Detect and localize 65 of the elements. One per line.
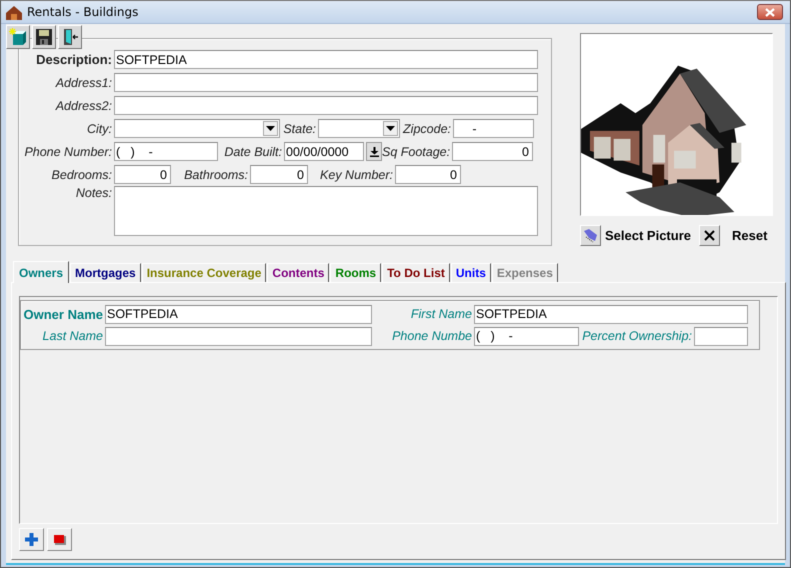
tab[interactable]: To Do List — [382, 263, 450, 282]
field-label: Date Built: — [223, 144, 283, 158]
plus-icon — [24, 532, 39, 547]
field-label: City: — [86, 122, 113, 136]
field-label: Phone Numbe — [391, 329, 473, 343]
input-field[interactable] — [114, 73, 538, 92]
input-field[interactable]: 0 — [452, 142, 533, 161]
date-field[interactable]: 00/00/0000 — [284, 142, 364, 161]
tab[interactable]: Contents — [267, 263, 330, 282]
input-field[interactable]: SOFTPEDIA — [105, 304, 372, 324]
window-title: Rentals - Buildings — [27, 5, 138, 19]
input-field[interactable]: SOFTPEDIA — [114, 50, 538, 69]
dropdown-field[interactable] — [114, 119, 280, 138]
tab[interactable]: Insurance Coverage — [142, 263, 266, 282]
new-record-icon — [9, 28, 27, 46]
input-field[interactable] — [694, 326, 748, 346]
input-field[interactable] — [114, 96, 538, 115]
close-button[interactable] — [757, 4, 783, 20]
save-button[interactable] — [32, 25, 56, 49]
stop-icon — [53, 534, 66, 545]
caret-icon — [386, 126, 395, 131]
tab[interactable]: Mortgages — [70, 263, 141, 282]
field-label: Bathrooms: — [183, 168, 249, 182]
door-exit-icon — [61, 28, 79, 46]
notes-field[interactable] — [114, 186, 538, 236]
field-label: Last Name — [42, 329, 104, 343]
date-picker-button[interactable] — [366, 142, 382, 161]
input-field[interactable] — [105, 326, 372, 346]
field-label: Phone Number: — [23, 144, 113, 158]
caret-icon — [266, 126, 275, 131]
field-label: Notes: — [74, 186, 113, 200]
field-label: State: — [282, 122, 317, 136]
field-label: Percent Ownership: — [581, 329, 693, 343]
input-field[interactable]: SOFTPEDIA — [474, 304, 748, 324]
house-icon — [6, 4, 22, 20]
input-field[interactable]: - — [453, 119, 534, 138]
close-icon — [765, 8, 775, 16]
reset-button[interactable]: Reset — [699, 225, 768, 246]
dropdown-button[interactable] — [383, 121, 398, 136]
field-label: Bedrooms: — [50, 168, 113, 182]
delete-button[interactable] — [47, 528, 72, 551]
dropdown-button[interactable] — [263, 121, 278, 136]
tab[interactable]: Rooms — [330, 263, 382, 282]
new-button[interactable] — [6, 25, 30, 49]
select-button[interactable]: Select Picture — [580, 225, 691, 246]
input-field[interactable]: 0 — [114, 165, 171, 184]
input-field[interactable]: ( ) - — [114, 142, 218, 161]
input-field[interactable]: 0 — [250, 165, 308, 184]
close-icon — [704, 230, 715, 241]
field-label: Sq Footage: — [382, 144, 452, 158]
tab[interactable]: Owners — [13, 261, 70, 283]
exit-button[interactable] — [58, 25, 82, 49]
field-label: Owner Name — [22, 306, 104, 322]
field-label: Address1: — [54, 76, 113, 90]
down-arrow-icon — [370, 146, 378, 156]
input-field[interactable]: 0 — [395, 165, 461, 184]
field-label: Address2: — [54, 98, 113, 112]
field-label: First Name — [410, 307, 473, 321]
field-label: Key Number: — [319, 168, 394, 182]
input-field[interactable]: ( ) - — [474, 326, 579, 346]
field-label: Description: — [35, 52, 113, 67]
dropdown-field[interactable] — [318, 119, 400, 138]
field-label: Zipcode: — [402, 122, 452, 136]
tab[interactable]: Units — [450, 263, 491, 282]
add-button[interactable] — [19, 528, 44, 551]
